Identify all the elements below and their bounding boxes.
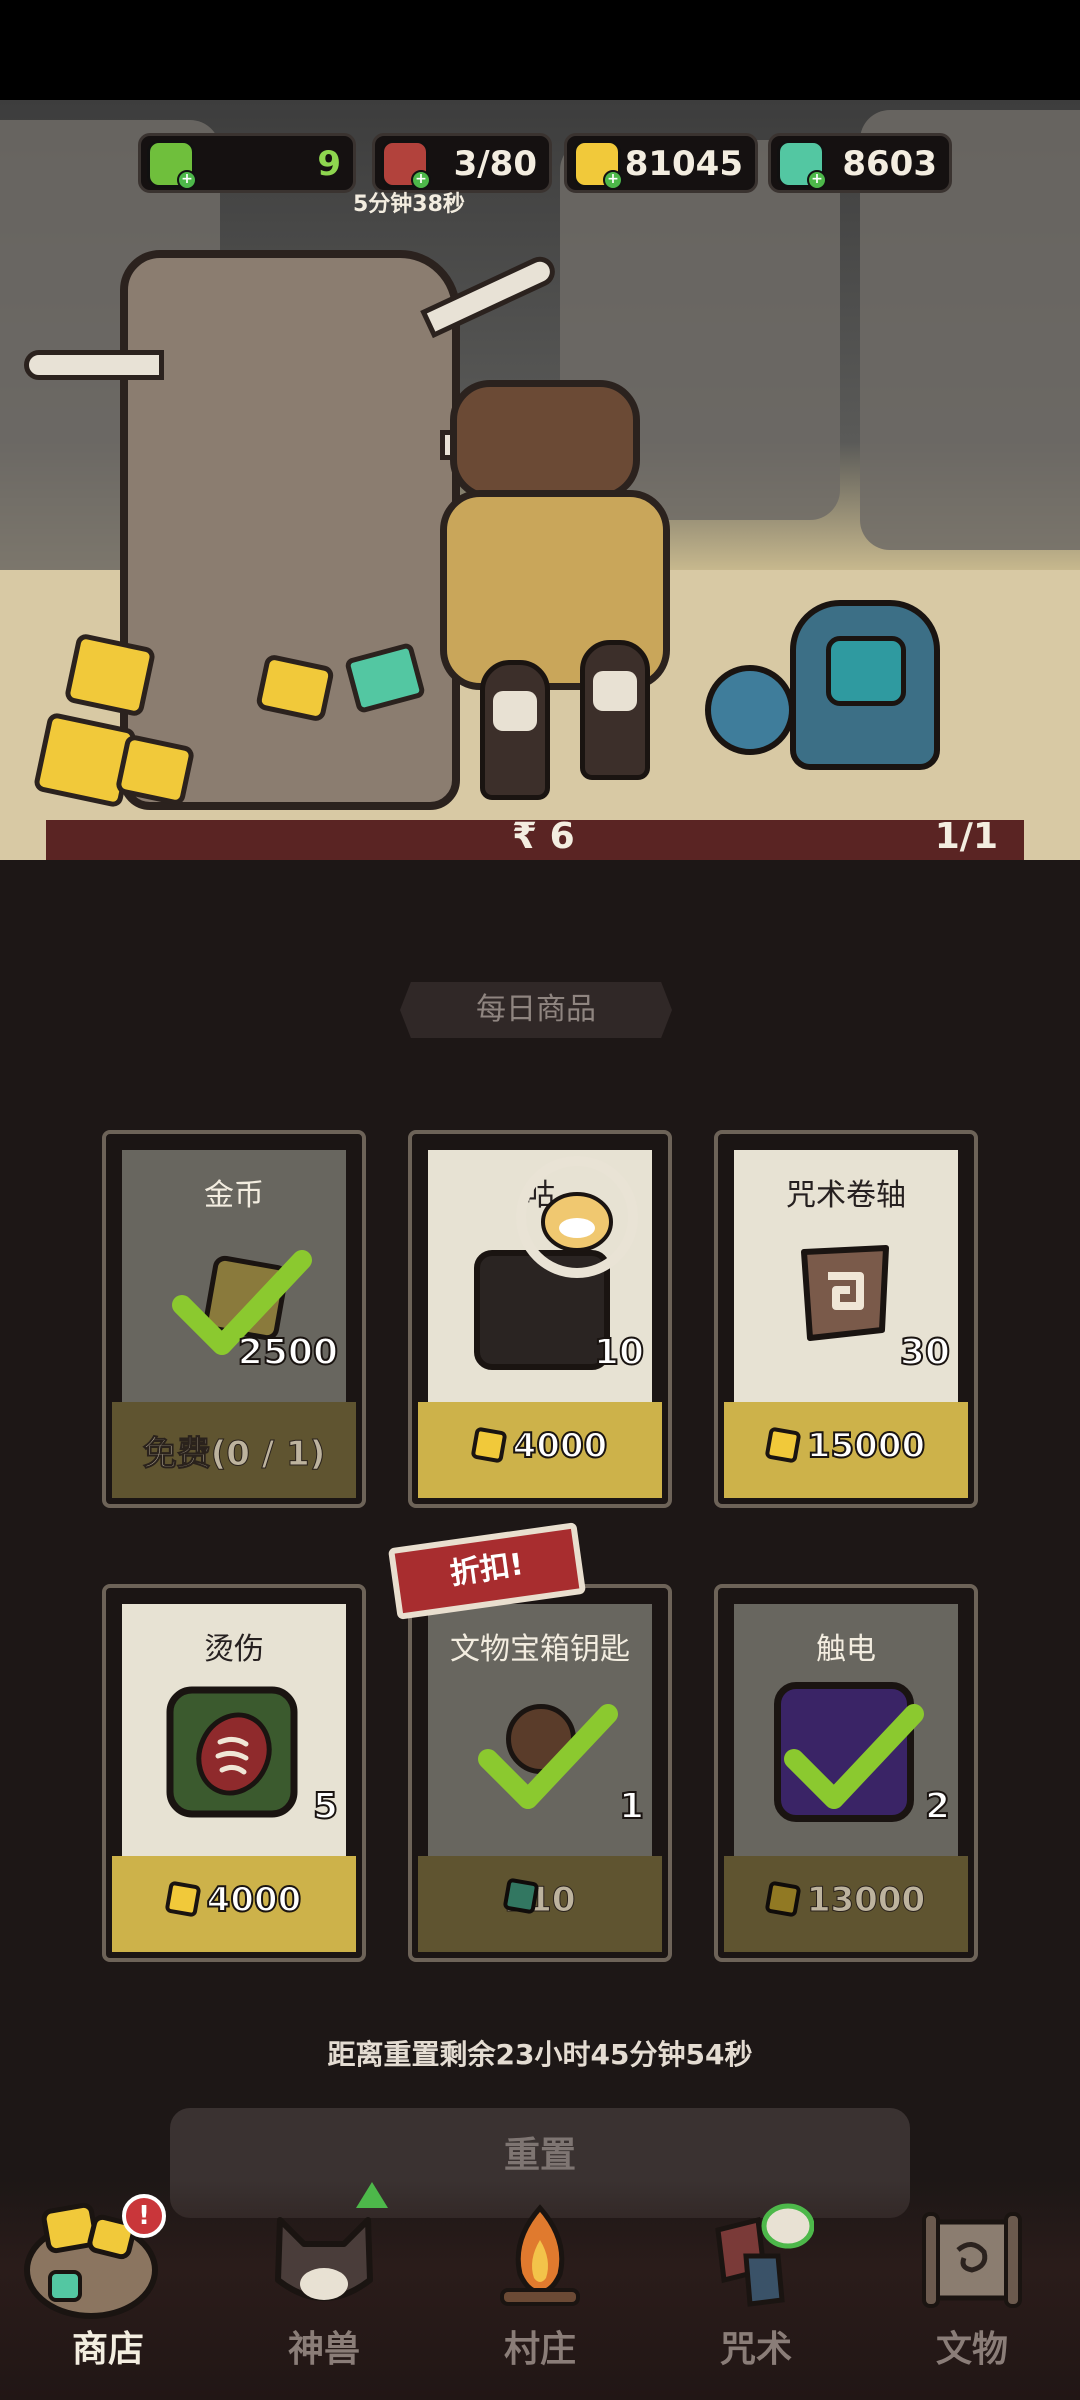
gold-icon	[764, 1426, 802, 1464]
card-price: 13000	[806, 1880, 926, 1921]
resource-gem[interactable]: + 8603	[768, 133, 952, 193]
card-price: 4000	[206, 1879, 303, 1921]
nav-relic[interactable]: 文物	[864, 2180, 1080, 2400]
check-icon	[784, 1704, 924, 1809]
plus-icon[interactable]: +	[603, 170, 623, 190]
spell-icon	[715, 2203, 814, 2307]
nav-spell[interactable]: 咒术	[648, 2180, 864, 2400]
gold-icon	[164, 1880, 202, 1918]
status-bar	[0, 0, 1080, 100]
card-qty: 30	[899, 1331, 951, 1374]
card-name: 咒术卷轴	[786, 1178, 906, 1213]
nav-label: 商店	[71, 2329, 144, 2370]
beast-icon	[275, 2217, 373, 2301]
guardian-monster	[790, 600, 940, 770]
resource-gold[interactable]: + 81045	[564, 133, 758, 193]
upgrade-arrow-icon	[356, 2182, 388, 2208]
nav-label: 神兽	[287, 2329, 360, 2370]
supply-sack	[450, 380, 640, 500]
check-icon	[478, 1704, 618, 1809]
gold-icon	[470, 1426, 508, 1464]
shop-card-spell-scroll[interactable]: 咒术卷轴 30 15000	[714, 1130, 978, 1508]
bottom-nav: ! 商店 神兽 村庄 咒术 文物	[0, 2180, 1080, 2400]
nav-label: 咒术	[719, 2329, 792, 2370]
card-price: 免费(0 / 1)	[142, 1434, 326, 1475]
shop-card-relic-key[interactable]: 文物宝箱钥匙 1 210	[408, 1584, 672, 1962]
card-qty: 2500	[237, 1331, 339, 1374]
card-qty: 1	[618, 1785, 645, 1828]
boulder	[705, 665, 795, 755]
scroll-icon	[801, 1245, 889, 1341]
card-name: 触电	[816, 1632, 876, 1667]
card-name: 金币	[204, 1178, 264, 1213]
resource-green-essence[interactable]: + 9	[138, 133, 356, 193]
bone-ring-icon	[516, 1156, 638, 1278]
card-qty: 2	[924, 1785, 951, 1828]
nav-label: 文物	[935, 2329, 1008, 2370]
shop-card-pet[interactable]: 咕 10 4000	[408, 1130, 672, 1508]
nav-label: 村庄	[503, 2329, 576, 2370]
scene-bar-count: 1/1	[934, 816, 998, 857]
burn-card-icon	[166, 1686, 298, 1818]
horn-icon	[24, 350, 164, 380]
card-qty: 5	[312, 1785, 339, 1828]
meat-value: 3/80	[453, 144, 537, 184]
energy-timer: 5分钟38秒	[353, 192, 465, 217]
shop-card-burn[interactable]: 烫伤 5 4000	[102, 1584, 366, 1962]
card-price: 4000	[512, 1425, 609, 1467]
nav-village[interactable]: 村庄	[432, 2180, 648, 2400]
card-name: 文物宝箱钥匙	[450, 1632, 630, 1667]
totem-rock	[120, 250, 460, 810]
scroll-icon	[922, 2212, 1022, 2308]
nav-beast[interactable]: 神兽	[216, 2180, 432, 2400]
section-title: 每日商品	[400, 982, 672, 1038]
reset-timer: 距离重置剩余23小时45分钟54秒	[327, 2038, 753, 2071]
village-scene: ₹ 6 1/1	[0, 100, 1080, 860]
card-name: 烫伤	[204, 1632, 264, 1667]
alert-badge: !	[122, 2194, 166, 2238]
plus-icon[interactable]: +	[807, 170, 827, 190]
shop-card-gold[interactable]: 金币 2500 免费(0 / 1)	[102, 1130, 366, 1508]
card-qty: 10	[593, 1331, 645, 1374]
gold-icon	[764, 1880, 802, 1918]
shop-card-shock[interactable]: 触电 2 13000	[714, 1584, 978, 1962]
campfire-icon	[500, 2204, 580, 2306]
villager	[580, 640, 650, 780]
gold-value: 81045	[624, 144, 743, 184]
card-price: 15000	[806, 1425, 926, 1467]
nav-shop[interactable]: ! 商店	[0, 2180, 216, 2400]
scene-progress-bar: ₹ 6 1/1	[40, 816, 1030, 860]
gem-value: 8603	[842, 144, 937, 184]
essence-value: 9	[317, 144, 341, 184]
plus-icon[interactable]: +	[177, 170, 197, 190]
resource-meat[interactable]: + 3/80	[372, 133, 552, 193]
villager	[480, 660, 550, 800]
scene-bar-left-text: ₹ 6	[512, 816, 575, 857]
gem-icon	[501, 1877, 540, 1915]
